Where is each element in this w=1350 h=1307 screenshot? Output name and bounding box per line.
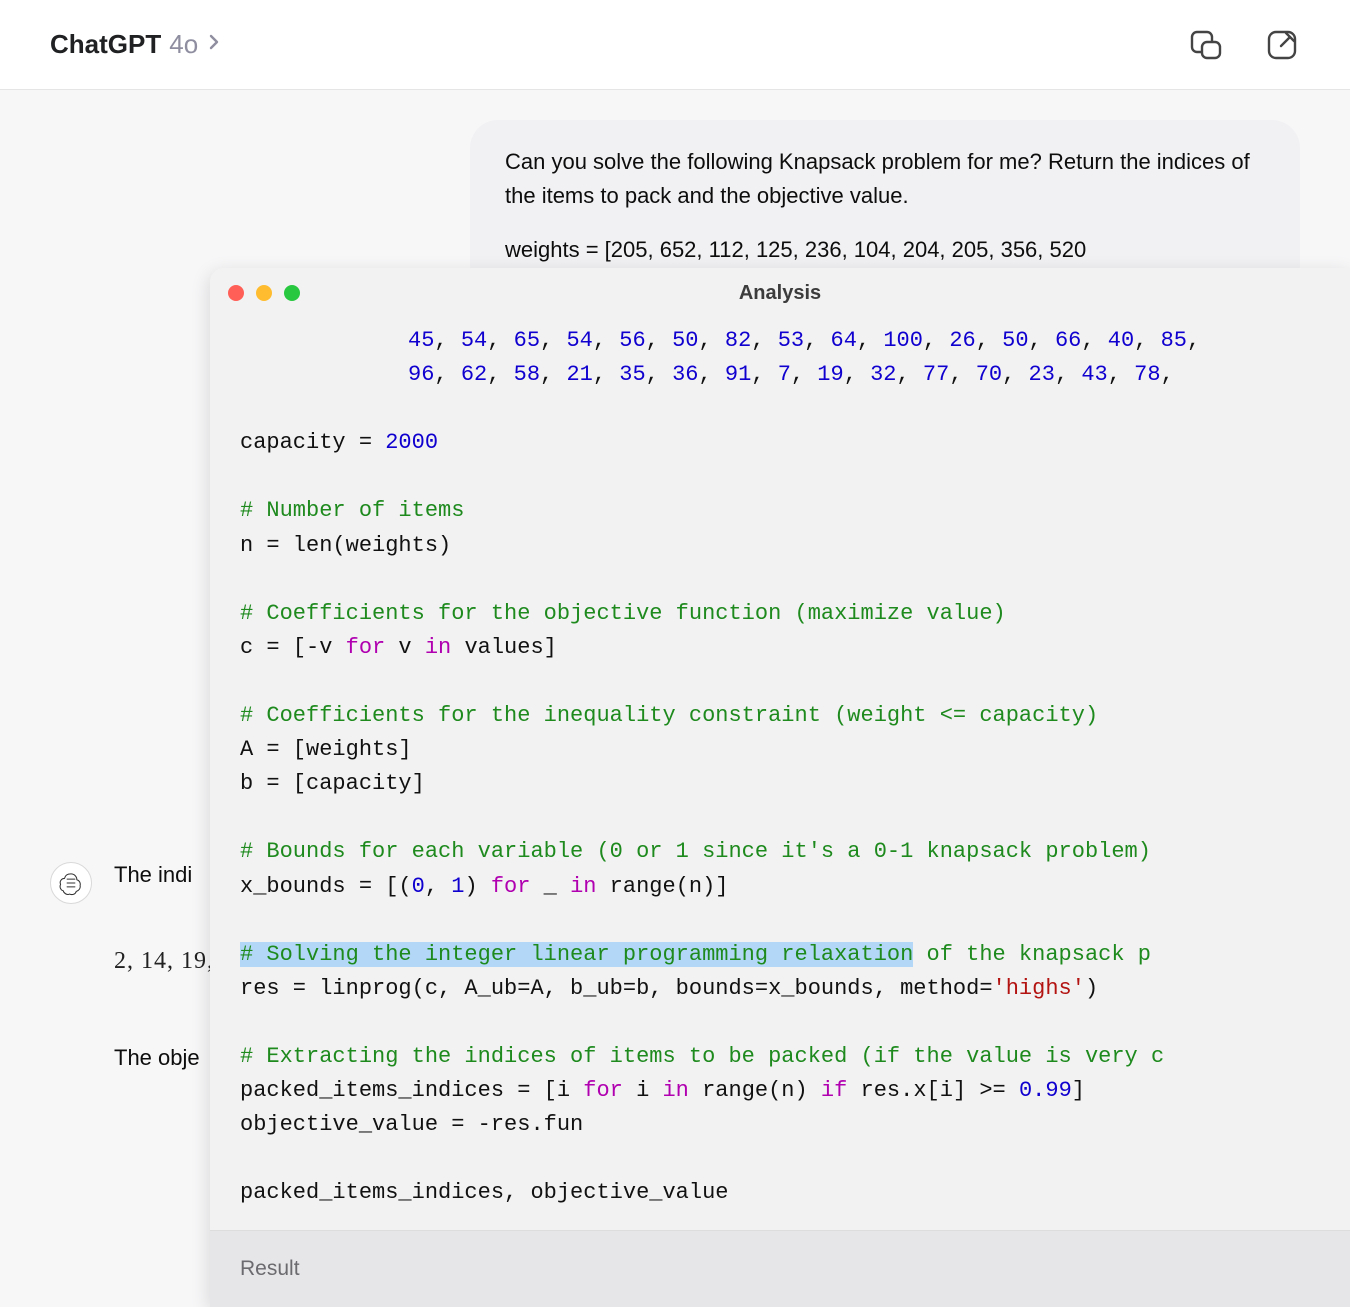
chevron-right-icon: [208, 33, 220, 56]
minimize-window-icon[interactable]: [256, 285, 272, 301]
app-name: ChatGPT: [50, 29, 161, 60]
code-capacity: capacity = 2000: [240, 430, 438, 455]
new-chat-icon[interactable]: [1264, 27, 1300, 63]
code-n-len: n = len(weights): [240, 533, 451, 558]
code-b-capacity: b = [capacity]: [240, 771, 425, 796]
canvas-icon[interactable]: [1188, 27, 1224, 63]
code-linprog: res = linprog(c, A_ub=A, b_ub=b, bounds=…: [240, 976, 1098, 1001]
close-window-icon[interactable]: [228, 285, 244, 301]
code-packed-indices: packed_items_indices = [i for i in range…: [240, 1078, 1085, 1103]
window-title: Analysis: [210, 282, 1350, 305]
code-comment-nitems: # Number of items: [240, 498, 464, 523]
window-titlebar[interactable]: Analysis: [210, 268, 1350, 318]
code-a-weights: A = [weights]: [240, 737, 412, 762]
code-objective-value: objective_value = -res.fun: [240, 1112, 583, 1137]
assistant-body: The indi 2, 14, 19, The obje: [114, 862, 214, 1071]
code-c-listcomp: c = [-v for v in values]: [240, 635, 557, 660]
assistant-line1: The indi: [114, 862, 214, 888]
result-label: Result: [240, 1257, 300, 1280]
user-message: Can you solve the following Knapsack pro…: [470, 120, 1300, 292]
assistant-avatar: [50, 862, 92, 904]
code-comment-bounds: # Bounds for each variable (0 or 1 since…: [240, 839, 1151, 864]
code-return-tuple: packed_items_indices, objective_value: [240, 1180, 728, 1205]
assistant-math-indices: 2, 14, 19,: [114, 948, 214, 975]
traffic-lights: [228, 285, 300, 301]
code-comment-extract: # Extracting the indices of items to be …: [240, 1044, 1164, 1069]
model-name: 4o: [169, 29, 198, 60]
app-header: ChatGPT 4o: [0, 0, 1350, 90]
result-bar: Result: [210, 1230, 1350, 1307]
code-comment-solve: # Solving the integer linear programming…: [240, 942, 1151, 967]
maximize-window-icon[interactable]: [284, 285, 300, 301]
user-message-data-preview: weights = [205, 652, 112, 125, 236, 104,…: [505, 233, 1265, 267]
code-area[interactable]: 45, 54, 65, 54, 56, 50, 82, 53, 64, 100,…: [210, 318, 1350, 1230]
numbers-row-2: 96, 62, 58, 21, 35, 36, 91, 7, 19, 32, 7…: [240, 358, 1320, 392]
header-left[interactable]: ChatGPT 4o: [50, 29, 220, 60]
code-comment-constraint: # Coefficients for the inequality constr…: [240, 703, 1098, 728]
code-xbounds: x_bounds = [(0, 1) for _ in range(n)]: [240, 874, 729, 899]
code-comment-obj: # Coefficients for the objective functio…: [240, 601, 1006, 626]
analysis-window: Analysis 45, 54, 65, 54, 56, 50, 82, 53,…: [210, 268, 1350, 1307]
numbers-row-1: 45, 54, 65, 54, 56, 50, 82, 53, 64, 100,…: [240, 324, 1320, 358]
header-right: [1188, 27, 1300, 63]
assistant-line2: The obje: [114, 1045, 214, 1071]
user-message-text: Can you solve the following Knapsack pro…: [505, 145, 1265, 213]
